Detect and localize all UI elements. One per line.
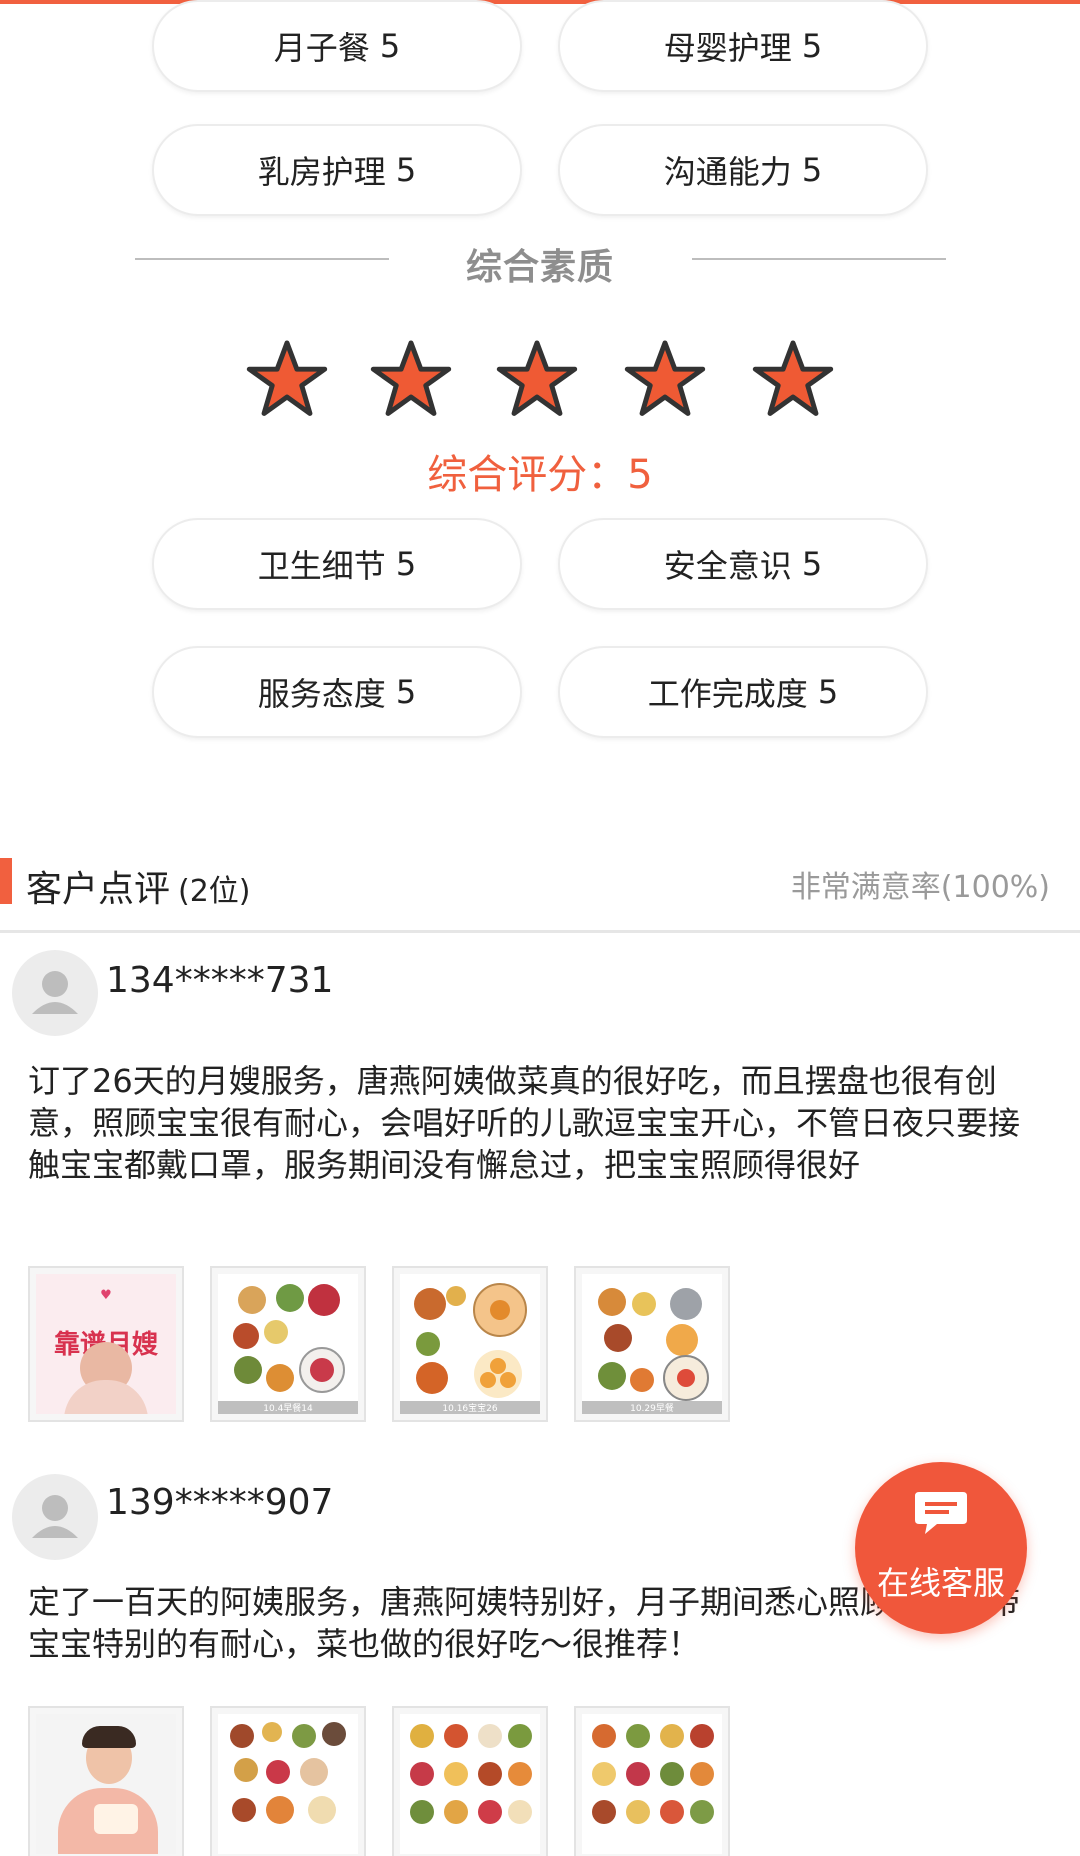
quality-section-title: 综合素质	[465, 247, 614, 288]
image-caption: 10.29早餐	[582, 1401, 722, 1414]
review-image-thumbnail[interactable]: 10.29早餐	[574, 1266, 730, 1422]
section-accent-bar	[0, 858, 12, 904]
star-icon	[496, 340, 578, 416]
rating-score: 5	[395, 545, 417, 583]
rating-score: 5	[379, 27, 401, 65]
top-accent-line	[0, 0, 1080, 4]
satisfaction-rate: 非常满意率(100%)	[790, 870, 1050, 905]
rating-label: 沟通能力	[663, 153, 792, 191]
review-user-name: 134*****731	[106, 960, 334, 1001]
user-placeholder-icon	[32, 1495, 78, 1538]
image-caption: 10.16宝宝26	[400, 1401, 540, 1414]
star-icon	[246, 340, 328, 416]
review-image-thumbnail[interactable]: ♥ 靠谱月嫂	[28, 1266, 184, 1422]
star-icon	[370, 340, 452, 416]
rating-score: 5	[801, 27, 823, 65]
rating-score: 5	[801, 151, 823, 189]
review-image-thumbnail[interactable]	[28, 1706, 184, 1856]
rating-score: 5	[395, 673, 417, 711]
page: 月子餐 5 母婴护理 5 乳房护理 5 沟通能力 5 综合素质 综合评分：5 卫…	[0, 0, 1080, 1856]
avatar	[12, 1474, 98, 1560]
review-image-thumbnail[interactable]	[392, 1706, 548, 1856]
rating-pill-safety: 安全意识 5	[558, 518, 928, 610]
rating-score: 5	[801, 545, 823, 583]
rating-pill-completion: 工作完成度 5	[558, 646, 928, 738]
star-rating	[0, 338, 1080, 428]
reviews-count: (2位)	[178, 874, 251, 909]
online-service-label: 在线客服	[876, 1564, 1005, 1602]
review-user-name: 139*****907	[106, 1482, 334, 1523]
rating-label: 母婴护理	[663, 29, 792, 67]
rating-pill-attitude: 服务态度 5	[152, 646, 522, 738]
review-image-thumbnail[interactable]	[574, 1706, 730, 1856]
rating-label: 安全意识	[663, 547, 792, 585]
review-image-thumbnail[interactable]: 10.4早餐14	[210, 1266, 366, 1422]
review-image-thumbnail[interactable]	[210, 1706, 366, 1856]
overall-score: 综合评分：5	[427, 452, 653, 498]
review-text: 订了26天的月嫂服务，唐燕阿姨做菜真的很好吃，而且摆盘也很有创意，照顾宝宝很有耐…	[28, 1062, 1021, 1184]
rating-score: 5	[817, 673, 839, 711]
star-icon	[624, 340, 706, 416]
rating-label: 月子餐	[273, 29, 370, 67]
section-separator	[0, 930, 1080, 933]
rating-pill-communication: 沟通能力 5	[558, 124, 928, 216]
reviews-title: 客户点评	[26, 869, 171, 910]
rating-pill-mother-baby-care: 母婴护理 5	[558, 0, 928, 92]
rating-pill-hygiene: 卫生细节 5	[152, 518, 522, 610]
image-caption: 10.4早餐14	[218, 1401, 358, 1414]
star-icon	[752, 340, 834, 416]
rating-label: 服务态度	[257, 675, 386, 713]
rating-label: 卫生细节	[257, 547, 386, 585]
online-service-button[interactable]: 在线客服	[855, 1462, 1027, 1634]
chat-bubble-icon	[915, 1492, 967, 1534]
rating-label: 工作完成度	[647, 675, 808, 713]
review-image-thumbnail[interactable]: 10.16宝宝26	[392, 1266, 548, 1422]
rating-score: 5	[395, 151, 417, 189]
rating-pill-meal: 月子餐 5	[152, 0, 522, 92]
rating-pill-breast-care: 乳房护理 5	[152, 124, 522, 216]
user-placeholder-icon	[32, 971, 78, 1014]
rating-label: 乳房护理	[257, 153, 386, 191]
avatar	[12, 950, 98, 1036]
reviews-section-header: 客户点评 (2位)	[26, 860, 251, 912]
